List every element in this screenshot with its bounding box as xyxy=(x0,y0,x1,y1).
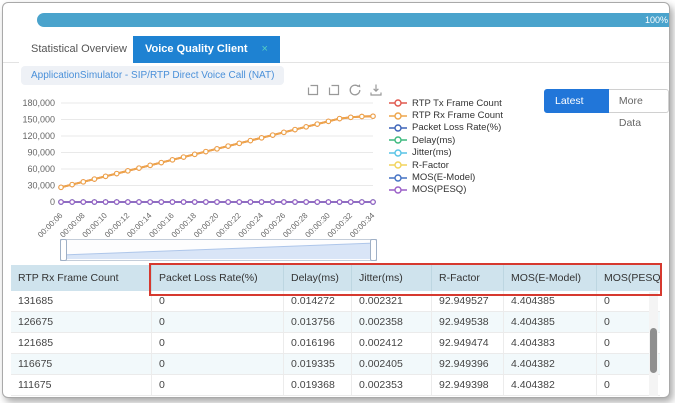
legend-label: Delay(ms) xyxy=(412,135,455,146)
legend-item[interactable]: MOS(PESQ) xyxy=(389,184,503,196)
scrollbar-thumb[interactable] xyxy=(650,328,657,373)
y-axis-tick: 30,000 xyxy=(27,181,55,191)
table-cell: 0.002321 xyxy=(351,291,431,311)
slider-handle-right[interactable] xyxy=(370,239,377,261)
legend-label: MOS(PESQ) xyxy=(412,184,466,195)
table-cell: 0 xyxy=(151,354,283,374)
column-header[interactable]: Packet Loss Rate(%) xyxy=(151,265,283,291)
column-header[interactable]: RTP Rx Frame Count xyxy=(11,265,151,291)
legend-label: Packet Loss Rate(%) xyxy=(412,122,501,133)
y-axis-tick: 180,000 xyxy=(22,98,55,108)
progress-label: 100% xyxy=(645,15,668,25)
table-cell: 116675 xyxy=(11,354,151,374)
legend-marker-icon xyxy=(389,136,407,144)
table-cell: 126675 xyxy=(11,312,151,332)
table-cell: 4.404382 xyxy=(503,375,596,395)
y-axis-tick: 120,000 xyxy=(22,131,55,141)
legend-marker-icon xyxy=(389,174,407,182)
data-zoom-preview xyxy=(61,240,376,260)
table-cell: 0 xyxy=(151,312,283,332)
table-row[interactable]: 12168500.0161960.00241292.9494744.404383… xyxy=(11,333,660,354)
progress-bar: 100% xyxy=(37,13,669,27)
column-header[interactable]: MOS(PESQ) xyxy=(596,265,660,291)
close-icon[interactable]: × xyxy=(262,43,268,55)
table-cell: 0.014272 xyxy=(283,291,351,311)
table-cell: 92.949474 xyxy=(431,333,503,353)
line-chart[interactable]: 0 30,000 60,000 90,000 120,000 150,000 180,000… xyxy=(7,95,389,241)
table-cell: 92.949527 xyxy=(431,291,503,311)
table-cell: 0.016196 xyxy=(283,333,351,353)
legend-item[interactable]: MOS(E-Model) xyxy=(389,171,503,183)
legend-label: RTP Tx Frame Count xyxy=(412,98,502,109)
table-scrollbar[interactable] xyxy=(649,292,658,396)
data-range-toggle: Latest Data More Data xyxy=(544,89,669,113)
table-row[interactable]: 11167500.0193680.00235392.9493984.404382… xyxy=(11,375,660,396)
legend-marker-icon xyxy=(389,186,407,194)
table-header: RTP Rx Frame CountPacket Loss Rate(%)Del… xyxy=(11,265,660,291)
table-cell: 4.404383 xyxy=(503,333,596,353)
legend-marker-icon xyxy=(389,161,407,169)
legend-item[interactable]: Delay(ms) xyxy=(389,134,503,146)
legend-marker-icon xyxy=(389,112,407,120)
x-axis-tick: 00:00:34 xyxy=(348,211,377,240)
column-header[interactable]: MOS(E-Model) xyxy=(503,265,596,291)
chart-legend: RTP Tx Frame Count RTP Rx Frame Count Pa… xyxy=(389,97,503,196)
table-row[interactable]: 12667500.0137560.00235892.9495384.404385… xyxy=(11,312,660,333)
table-row[interactable]: 11667500.0193350.00240592.9493964.404382… xyxy=(11,354,660,375)
latest-data-button[interactable]: Latest Data xyxy=(544,89,609,113)
column-header[interactable]: Jitter(ms) xyxy=(351,265,431,291)
legend-item[interactable]: Packet Loss Rate(%) xyxy=(389,122,503,134)
table-cell: 4.404382 xyxy=(503,354,596,374)
legend-item[interactable]: RTP Tx Frame Count xyxy=(389,97,503,109)
y-axis-tick: 0 xyxy=(50,197,55,207)
table-cell: 131685 xyxy=(11,291,151,311)
slider-handle-left[interactable] xyxy=(60,239,67,261)
table-cell: 92.949398 xyxy=(431,375,503,395)
legend-item[interactable]: Jitter(ms) xyxy=(389,147,503,159)
legend-label: RTP Rx Frame Count xyxy=(412,110,503,121)
table-cell: 0.002358 xyxy=(351,312,431,332)
table-cell: 111675 xyxy=(11,375,151,395)
table-cell: 0 xyxy=(151,375,283,395)
table-cell: 92.949538 xyxy=(431,312,503,332)
column-header[interactable]: R-Factor xyxy=(431,265,503,291)
more-data-button[interactable]: More Data xyxy=(609,89,669,113)
tab-voice-quality-client[interactable]: Voice Quality Client × xyxy=(133,36,280,63)
legend-marker-icon xyxy=(389,99,407,107)
table-cell: 92.949396 xyxy=(431,354,503,374)
table-cell: 0.002405 xyxy=(351,354,431,374)
results-table: RTP Rx Frame CountPacket Loss Rate(%)Del… xyxy=(11,265,660,396)
table-cell: 0.019335 xyxy=(283,354,351,374)
scenario-label: ApplicationSimulator - SIP/RTP Direct Vo… xyxy=(21,66,284,85)
y-axis-tick: 150,000 xyxy=(22,115,55,125)
table-cell: 0 xyxy=(151,333,283,353)
legend-label: R-Factor xyxy=(412,160,449,171)
column-header[interactable]: Delay(ms) xyxy=(283,265,351,291)
legend-item[interactable]: R-Factor xyxy=(389,159,503,171)
table-cell: 0 xyxy=(151,291,283,311)
app-window: 100% Statistical Overview × Voice Quality… xyxy=(2,2,670,398)
tab-bar: Statistical Overview × Voice Quality Clie… xyxy=(3,36,669,63)
legend-item[interactable]: RTP Rx Frame Count xyxy=(389,109,503,121)
table-cell: 4.404385 xyxy=(503,291,596,311)
table-cell: 0.002412 xyxy=(351,333,431,353)
table-row[interactable]: 13168500.0142720.00232192.9495274.404385… xyxy=(11,291,660,312)
y-axis-tick: 90,000 xyxy=(27,148,55,158)
data-zoom-slider[interactable] xyxy=(60,239,377,261)
table-cell: 0.013756 xyxy=(283,312,351,332)
table-cell: 4.404385 xyxy=(503,312,596,332)
table-cell: 0.002353 xyxy=(351,375,431,395)
legend-label: Jitter(ms) xyxy=(412,147,452,158)
tab-label: Voice Quality Client xyxy=(145,43,248,55)
tab-label: Statistical Overview xyxy=(31,43,127,55)
y-axis-tick: 60,000 xyxy=(27,164,55,174)
legend-marker-icon xyxy=(389,149,407,157)
legend-marker-icon xyxy=(389,124,407,132)
table-cell: 0.019368 xyxy=(283,375,351,395)
legend-label: MOS(E-Model) xyxy=(412,172,475,183)
table-cell: 121685 xyxy=(11,333,151,353)
